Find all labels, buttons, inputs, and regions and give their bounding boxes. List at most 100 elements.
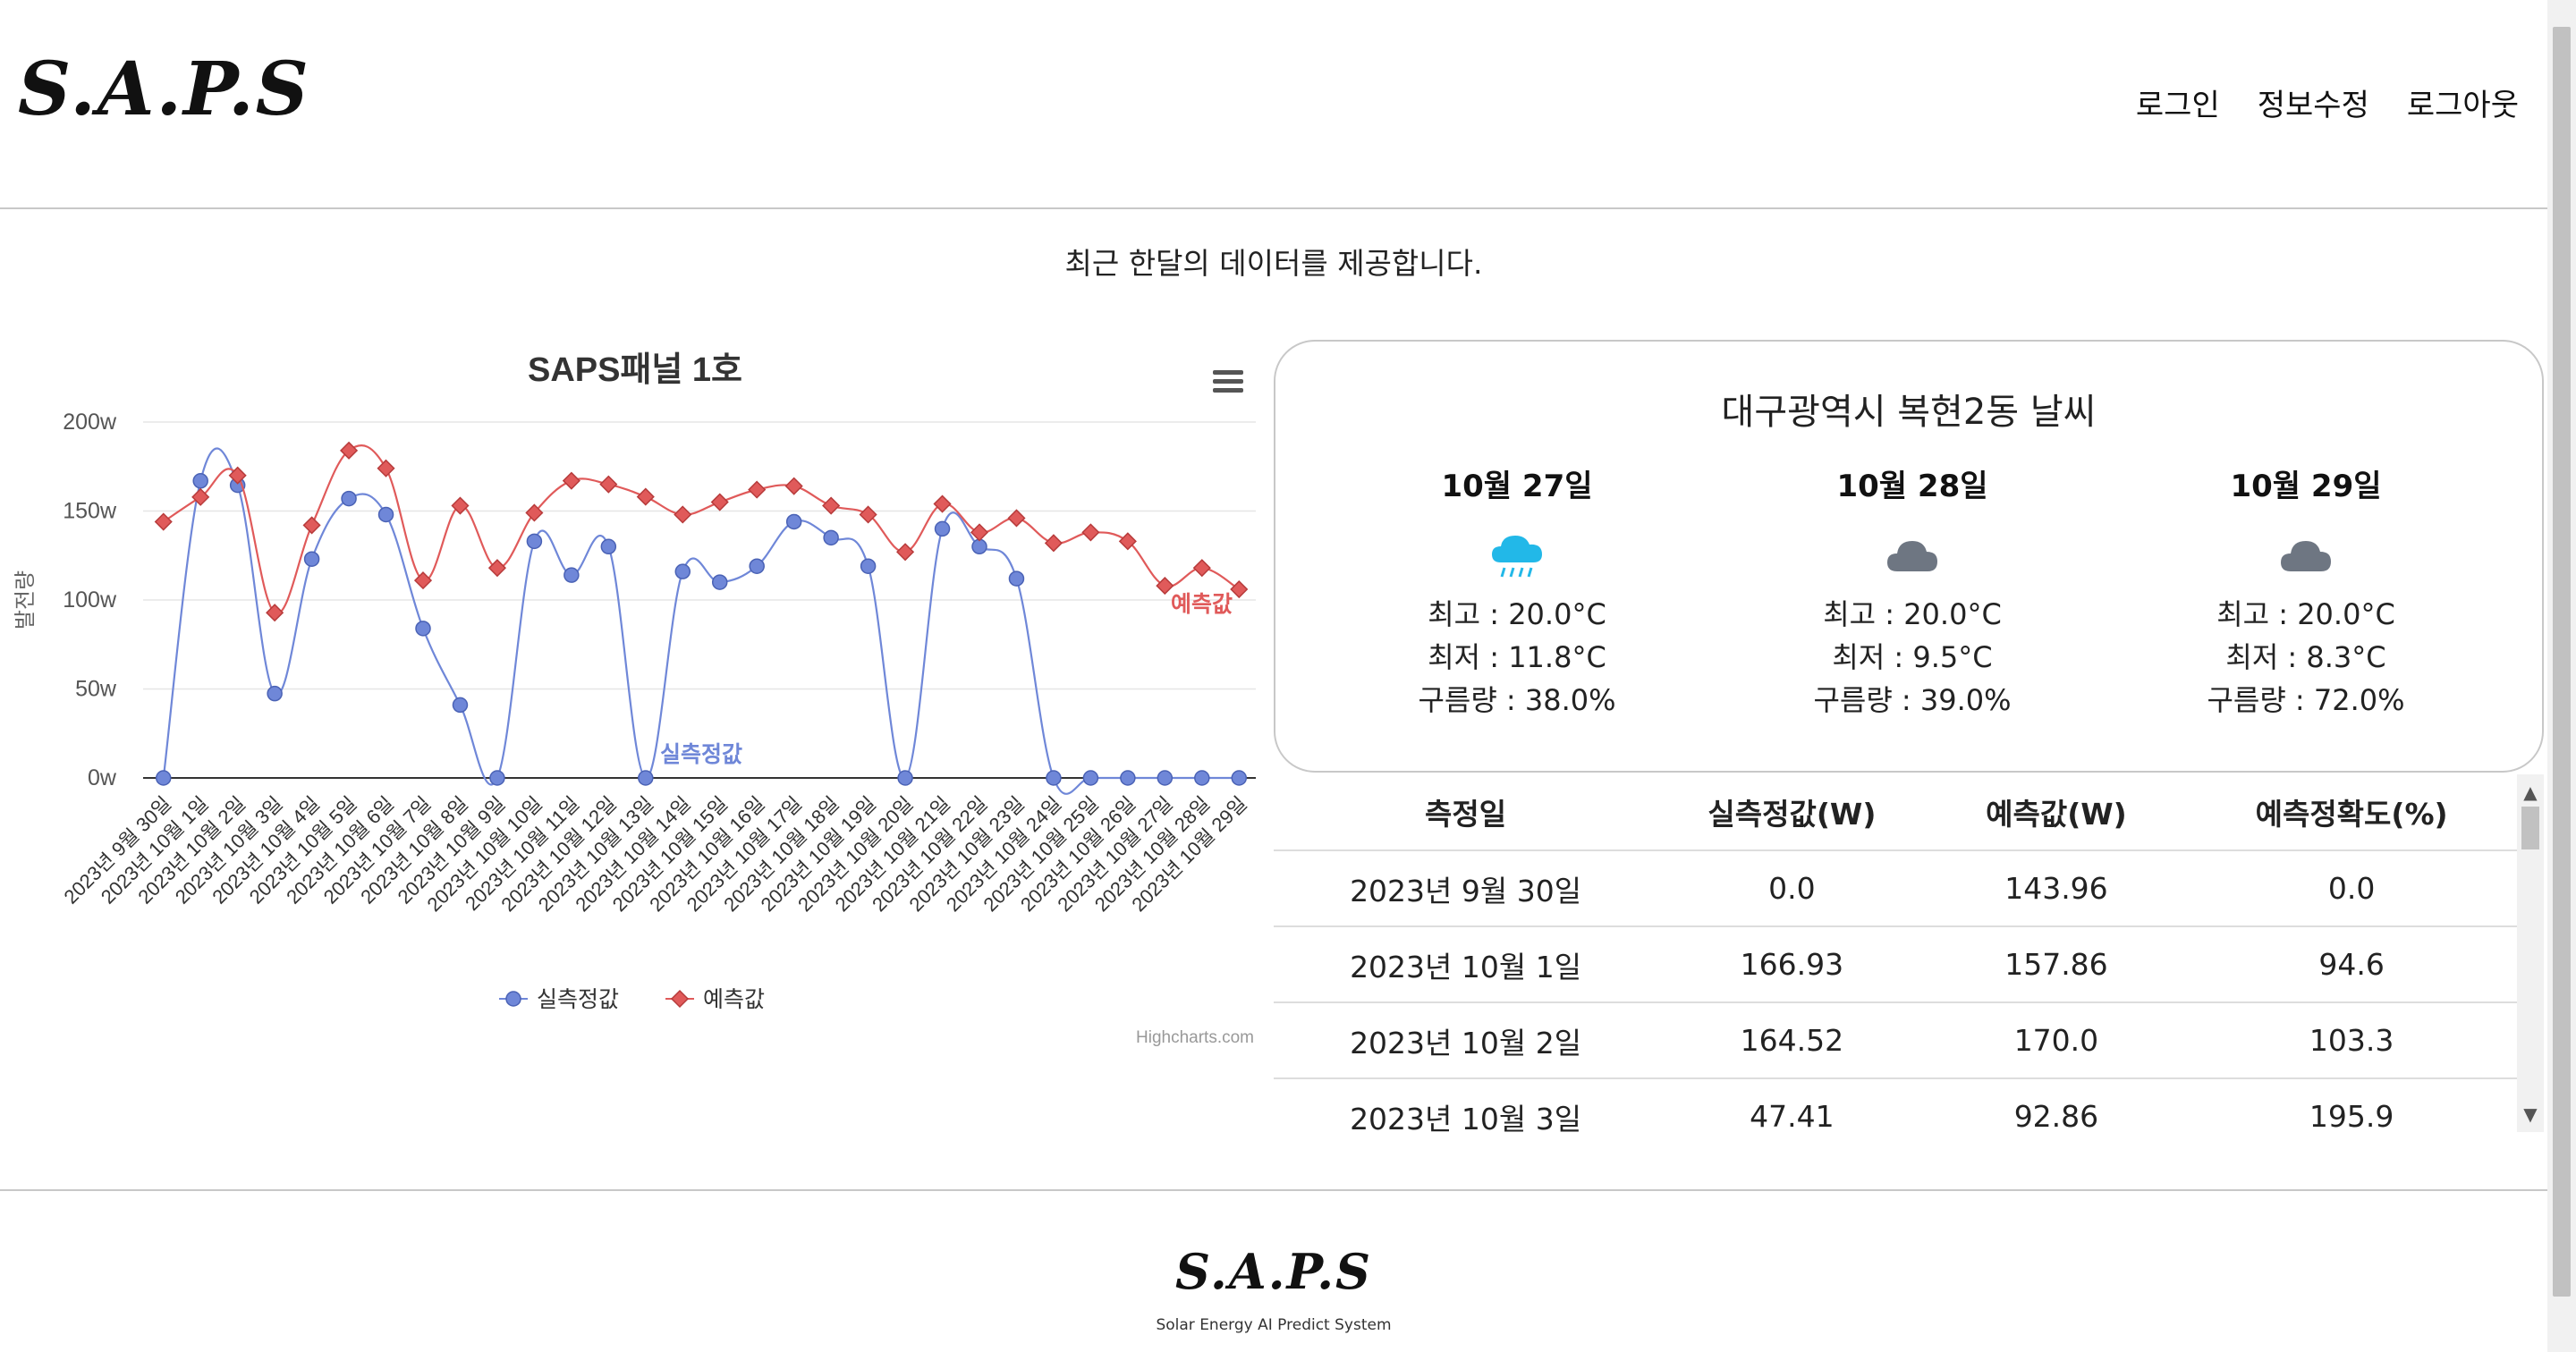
- data-point[interactable]: [377, 506, 394, 523]
- data-point[interactable]: [562, 471, 580, 490]
- data-point[interactable]: [599, 475, 618, 494]
- scroll-down-arrow-icon[interactable]: ▼: [2517, 1103, 2544, 1125]
- data-point[interactable]: [1194, 770, 1210, 786]
- data-point[interactable]: [192, 473, 208, 489]
- cell-date: 2023년 10월 2일: [1274, 1002, 1658, 1079]
- data-point[interactable]: [1230, 579, 1249, 599]
- data-point[interactable]: [489, 770, 505, 786]
- data-point[interactable]: [1157, 770, 1174, 786]
- series-label-measured: 실측정값: [660, 742, 742, 767]
- col-header-predicted[interactable]: 예측값(W): [1926, 774, 2187, 851]
- data-point[interactable]: [970, 523, 989, 542]
- table-scrollbar[interactable]: ▲ ▼: [2517, 774, 2544, 1132]
- data-point[interactable]: [860, 558, 877, 574]
- data-point[interactable]: [896, 543, 915, 562]
- cell-measured: 166.93: [1657, 926, 1927, 1003]
- data-point[interactable]: [303, 551, 320, 567]
- data-point[interactable]: [749, 558, 765, 574]
- data-point[interactable]: [1231, 770, 1248, 786]
- cell-date: 2023년 9월 30일: [1274, 850, 1658, 927]
- data-point[interactable]: [600, 538, 617, 555]
- data-point[interactable]: [1008, 570, 1025, 587]
- data-point[interactable]: [154, 512, 173, 531]
- cell-predicted: 170.0: [1926, 1002, 2187, 1079]
- weather-high: 최고 : 20.0°C: [1428, 597, 1606, 631]
- chart-title: SAPS패널 1호: [528, 351, 742, 389]
- data-point[interactable]: [638, 770, 654, 786]
- data-point[interactable]: [415, 621, 431, 637]
- series-predicted[interactable]: [154, 441, 1249, 622]
- chart-credit[interactable]: Highcharts.com: [1136, 1028, 1254, 1047]
- legend-label-predicted: 예측값: [703, 987, 765, 1012]
- data-point[interactable]: [526, 533, 543, 550]
- weather-date: 10월 27일: [1441, 469, 1593, 504]
- table-row: 2023년 10월 2일 164.52 170.0 103.3: [1274, 1002, 2517, 1079]
- col-header-date[interactable]: 측정일: [1274, 774, 1658, 851]
- nav-logout[interactable]: 로그아웃: [2407, 80, 2519, 124]
- y-tick-label: 200w: [63, 410, 117, 435]
- data-point[interactable]: [1120, 770, 1136, 786]
- cloud-icon: [1778, 518, 2046, 593]
- weather-day-1: 10월 27일 최고 : 20.0°C 최저 : 11.8°C 구름량 : 38…: [1383, 461, 1651, 722]
- data-point[interactable]: [341, 490, 357, 507]
- legend-item-predicted[interactable]: 예측값: [665, 987, 765, 1012]
- data-point[interactable]: [674, 505, 692, 524]
- data-point[interactable]: [452, 697, 469, 714]
- cell-measured: 47.41: [1657, 1078, 1927, 1132]
- data-point[interactable]: [1007, 509, 1026, 528]
- footer-subtitle: Solar Energy AI Predict System: [1156, 1316, 1392, 1334]
- legend-label-measured: 실측정값: [537, 987, 619, 1012]
- power-chart: SAPS패널 1호 발전량 0w50w100w150w200w 2023년 9월…: [13, 351, 1256, 1047]
- data-point[interactable]: [564, 567, 580, 583]
- data-table-container[interactable]: 측정일 실측정값(W) 예측값(W) 예측정확도(%) 2023년 9월 30일…: [1274, 774, 2547, 1132]
- weather-day-3: 10월 29일 최고 : 20.0°C 최저 : 8.3°C 구름량 : 72.0%: [2172, 461, 2440, 722]
- data-point[interactable]: [971, 538, 987, 555]
- data-point[interactable]: [1192, 559, 1211, 578]
- data-point[interactable]: [266, 604, 284, 622]
- rain-cloud-icon: [1383, 518, 1651, 593]
- table-scroll-thumb[interactable]: [2521, 807, 2539, 849]
- weather-card: 대구광역시 복현2동 날씨 10월 27일 최고 : 20.0°C 최저 : 1…: [1274, 340, 2544, 773]
- cell-accuracy: 195.9: [2186, 1078, 2517, 1132]
- data-point[interactable]: [933, 494, 952, 513]
- data-point[interactable]: [155, 770, 172, 786]
- page-scroll-thumb[interactable]: [2553, 27, 2571, 1297]
- weather-title: 대구광역시 복현2동 날씨: [1721, 392, 2097, 433]
- chart-menu-icon[interactable]: [1208, 368, 1243, 397]
- data-point[interactable]: [748, 480, 767, 499]
- data-point[interactable]: [1044, 534, 1063, 553]
- page: S.A.P.S 로그인 정보수정 로그아웃 최근 한달의 데이터를 제공합니다.…: [0, 0, 2547, 1352]
- data-point[interactable]: [1082, 770, 1099, 786]
- header-logo[interactable]: S.A.P.S: [18, 46, 310, 132]
- col-header-measured[interactable]: 실측정값(W): [1657, 774, 1927, 851]
- data-point[interactable]: [934, 520, 951, 537]
- data-point[interactable]: [897, 770, 913, 786]
- cell-measured: 0.0: [1657, 850, 1927, 927]
- col-header-accuracy[interactable]: 예측정확도(%): [2186, 774, 2517, 851]
- table-row: 2023년 10월 1일 166.93 157.86 94.6: [1274, 926, 2517, 1003]
- weather-low: 최저 : 9.5°C: [1832, 640, 1993, 674]
- legend-item-measured[interactable]: 실측정값: [499, 987, 619, 1012]
- nav-edit-info[interactable]: 정보수정: [2258, 80, 2369, 124]
- data-point[interactable]: [711, 574, 728, 590]
- data-point[interactable]: [784, 477, 803, 495]
- data-point[interactable]: [636, 487, 655, 506]
- page-scrollbar[interactable]: [2547, 0, 2576, 1352]
- data-point[interactable]: [710, 493, 729, 511]
- data-point[interactable]: [267, 685, 283, 702]
- cloud-icon: [2172, 518, 2440, 593]
- weather-low: 최저 : 11.8°C: [1428, 640, 1606, 674]
- scroll-up-arrow-icon[interactable]: ▲: [2517, 782, 2544, 803]
- cell-predicted: 143.96: [1926, 850, 2187, 927]
- data-point[interactable]: [1046, 770, 1062, 786]
- nav-login[interactable]: 로그인: [2136, 80, 2220, 124]
- data-point[interactable]: [377, 459, 395, 477]
- series-label-predicted: 예측값: [1171, 592, 1233, 617]
- data-point[interactable]: [823, 529, 839, 546]
- data-point[interactable]: [785, 513, 802, 530]
- header-divider: [0, 207, 2547, 209]
- y-tick-label: 150w: [63, 499, 117, 524]
- data-point[interactable]: [1081, 523, 1100, 542]
- data-point[interactable]: [302, 516, 321, 535]
- data-point[interactable]: [674, 563, 691, 579]
